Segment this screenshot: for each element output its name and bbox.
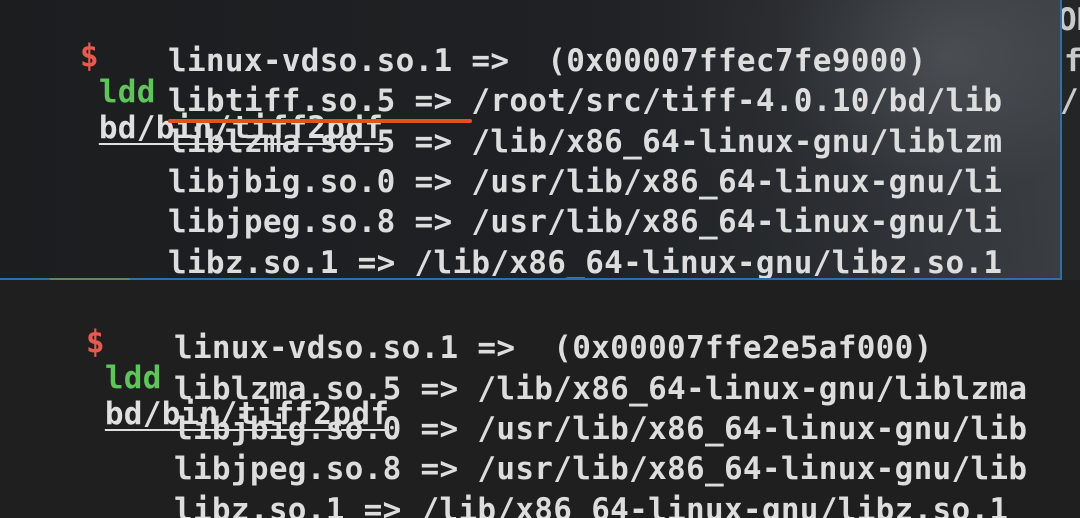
prompt-symbol: $ xyxy=(85,324,105,360)
top-output-line-vdso: linux-vdso.so.1 => (0x00007ffec7fe9000) xyxy=(168,43,927,79)
right-fragment-2: / xyxy=(1062,83,1079,119)
prompt-symbol: $ xyxy=(79,38,99,74)
top-output-line-libtiff: libtiff.so.5 => /root/src/tiff-4.0.10/bd… xyxy=(168,83,1003,119)
bottom-output-line-libz: libz.so.1 => /lib/x86_64-linux-gnu/libz.… xyxy=(174,492,1009,518)
top-output-line-libjpeg: libjpeg.so.8 => /usr/lib/x86_64-linux-gn… xyxy=(168,204,1003,240)
right-fragment-0: ON xyxy=(1062,2,1080,38)
top-output-line-liblzma: liblzma.so.5 => /lib/x86_64-linux-gnu/li… xyxy=(168,124,1003,160)
top-terminal-pane: $ ldd bd/bin/tiff2pdf linux-vdso.so.1 =>… xyxy=(0,0,1062,280)
command-ldd: ldd xyxy=(104,360,162,396)
bottom-terminal-pane: $ ldd bd/bin/tiff2pdf linux-vdso.so.1 =>… xyxy=(0,280,1080,518)
right-fragment-1: f xyxy=(1064,43,1080,79)
bottom-output-line-liblzma: liblzma.so.5 => /lib/x86_64-linux-gnu/li… xyxy=(174,371,1028,407)
bottom-output-line-libjbig: libjbig.so.0 => /usr/lib/x86_64-linux-gn… xyxy=(174,411,1028,447)
top-output-line-libjbig: libjbig.so.0 => /usr/lib/x86_64-linux-gn… xyxy=(168,164,1003,200)
libtiff-highlight-underline xyxy=(168,119,472,123)
bottom-output-line-libjpeg: libjpeg.so.8 => /usr/lib/x86_64-linux-gn… xyxy=(174,451,1028,487)
command-ldd: ldd xyxy=(98,74,156,110)
top-output-line-libz: libz.so.1 => /lib/x86_64-linux-gnu/libz.… xyxy=(168,245,1003,280)
bottom-output-line-vdso: linux-vdso.so.1 => (0x00007ffe2e5af000) xyxy=(174,330,933,366)
right-edge-strip: ON f / xyxy=(1062,0,1080,280)
